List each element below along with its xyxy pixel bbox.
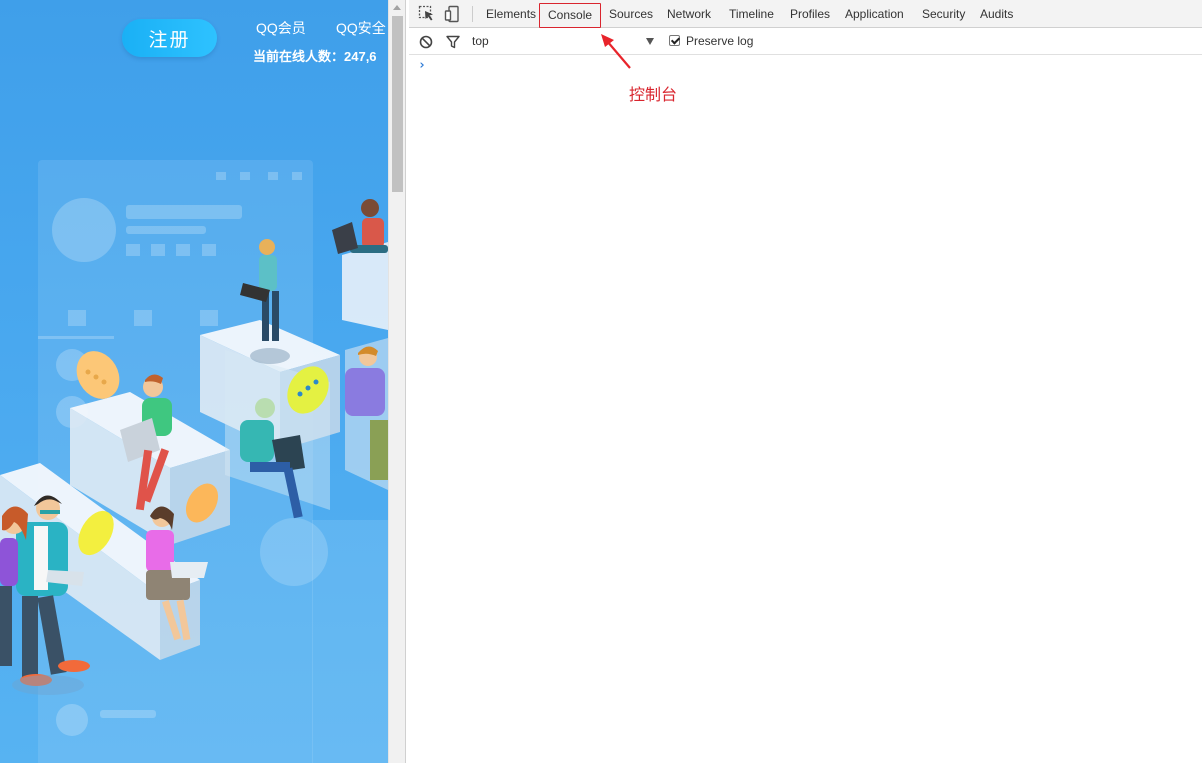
- chevron-down-icon[interactable]: [646, 38, 654, 45]
- devtools-panel: Elements Console Sources Network Timelin…: [409, 0, 1202, 763]
- preserve-log-label[interactable]: Preserve log: [686, 34, 753, 48]
- preserve-log-checkbox[interactable]: [669, 35, 680, 46]
- qq-vip-link[interactable]: QQ会员: [256, 18, 306, 38]
- tab-security[interactable]: Security: [922, 0, 965, 28]
- scrollbar-thumb[interactable]: [392, 16, 403, 192]
- tab-audits[interactable]: Audits: [980, 0, 1013, 28]
- filter-icon[interactable]: [445, 34, 461, 50]
- register-button[interactable]: 注册: [122, 19, 217, 57]
- console-prompt[interactable]: ›: [418, 58, 426, 73]
- console-toolbar: top Preserve log: [409, 29, 1202, 55]
- tab-application[interactable]: Application: [845, 0, 904, 28]
- page-scrollbar[interactable]: [388, 0, 405, 763]
- clear-console-icon[interactable]: [418, 34, 434, 50]
- tab-profiles[interactable]: Profiles: [790, 0, 830, 28]
- tab-timeline[interactable]: Timeline: [729, 0, 774, 28]
- annotation-arrow-icon: [601, 34, 631, 69]
- screenshot-root: 注册 QQ会员 QQ安全 当前在线人数：247,6 Elements Conso…: [0, 0, 1202, 763]
- scroll-up-icon[interactable]: [393, 5, 401, 10]
- tab-console[interactable]: Console: [539, 3, 602, 28]
- inspect-element-icon[interactable]: [418, 5, 436, 23]
- tab-sources[interactable]: Sources: [609, 0, 653, 28]
- toolbar-separator: [472, 6, 473, 22]
- tab-elements[interactable]: Elements: [486, 0, 536, 28]
- execution-context-selector[interactable]: top: [472, 34, 489, 48]
- devtools-tabbar: Elements Console Sources Network Timelin…: [409, 0, 1202, 28]
- tab-network[interactable]: Network: [667, 0, 711, 28]
- annotation-label: 控制台: [629, 87, 678, 104]
- qq-security-link[interactable]: QQ安全: [336, 18, 386, 38]
- isometric-illustration: [0, 172, 388, 736]
- webpage-viewport: 注册 QQ会员 QQ安全 当前在线人数：247,6: [0, 0, 388, 763]
- device-mode-icon[interactable]: [444, 5, 462, 23]
- online-users-count: 当前在线人数：247,6: [253, 49, 377, 64]
